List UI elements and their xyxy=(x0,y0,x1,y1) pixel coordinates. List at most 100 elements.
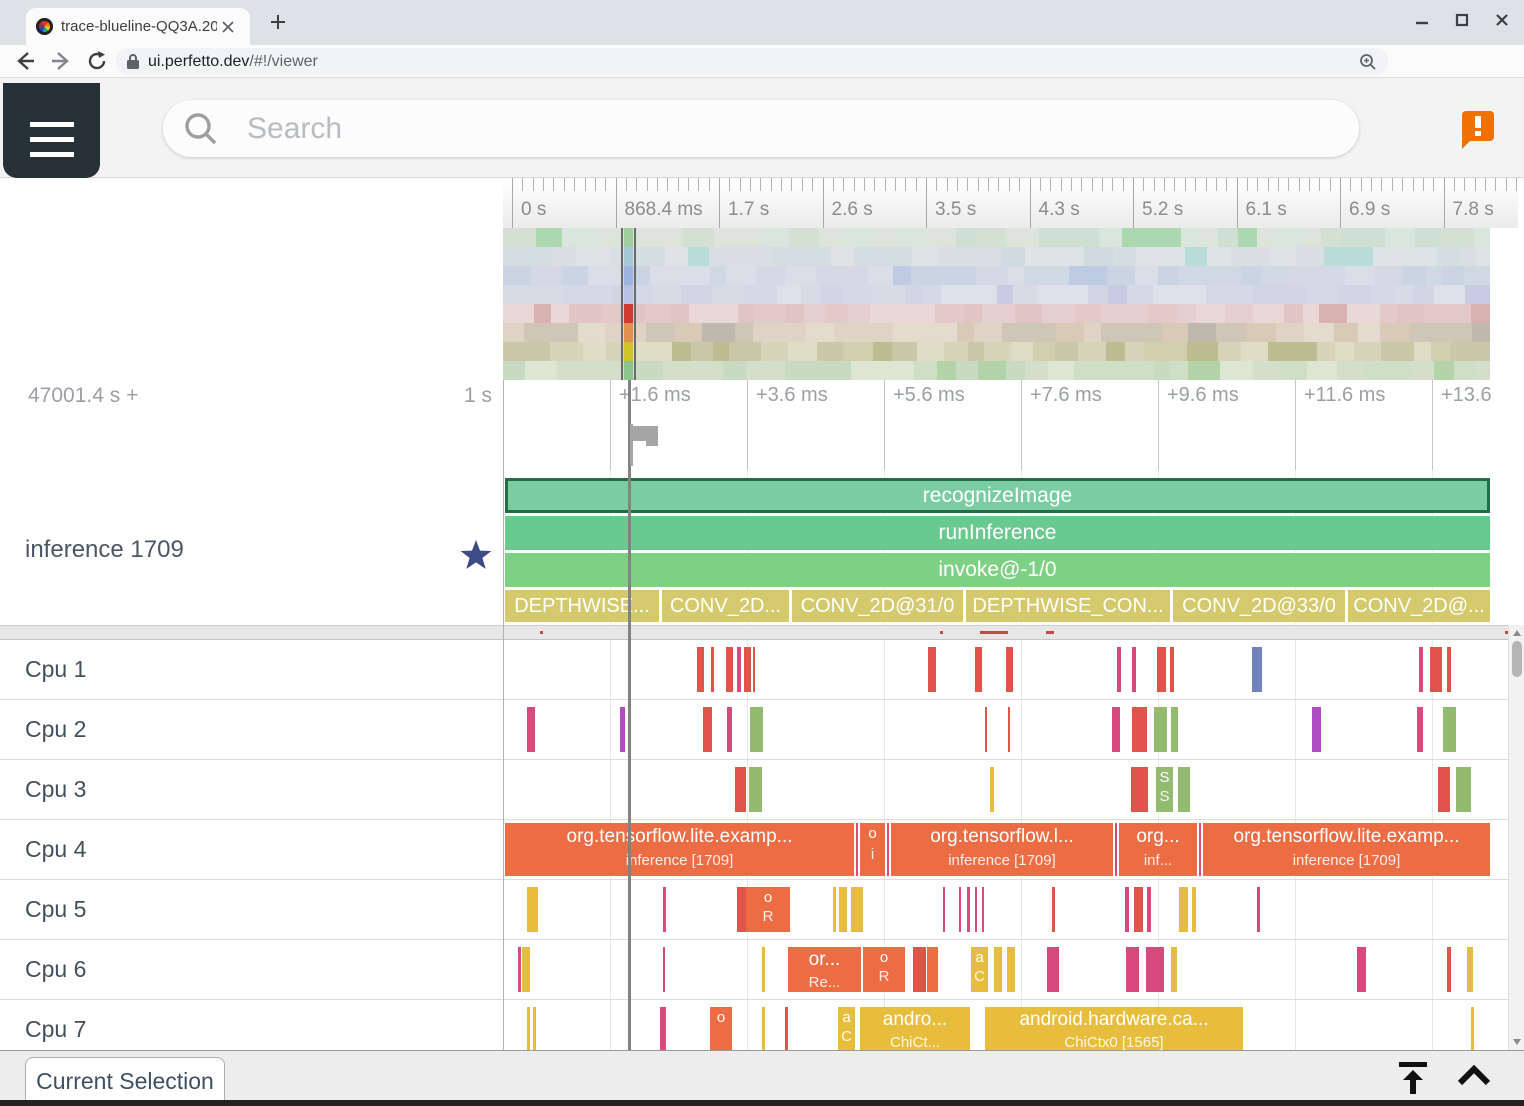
slice[interactable] xyxy=(1257,887,1260,932)
pinned-op-slice[interactable]: DEPTHWISE... xyxy=(505,590,659,622)
slice[interactable] xyxy=(1147,887,1151,932)
slice[interactable] xyxy=(711,647,714,692)
slice[interactable] xyxy=(620,707,625,752)
slice[interactable]: org.tensorflow.l...inference [1709] xyxy=(891,823,1113,876)
error-bubble-icon[interactable] xyxy=(1462,111,1494,141)
slice[interactable] xyxy=(527,887,538,932)
forward-icon[interactable] xyxy=(50,50,72,72)
scrollbar[interactable] xyxy=(1508,625,1524,1050)
slice[interactable] xyxy=(1312,707,1321,752)
vertical-align-top-icon[interactable] xyxy=(1394,1059,1432,1097)
slice[interactable] xyxy=(959,887,961,932)
flag-marker-icon[interactable] xyxy=(630,424,666,466)
pinned-op-slice[interactable]: CONV_2D... xyxy=(662,590,789,622)
slice[interactable]: org.tensorflow.lite.examp...inference [1… xyxy=(505,823,854,876)
slice[interactable] xyxy=(985,707,987,752)
expand-panel-icon[interactable] xyxy=(1454,1059,1494,1093)
slice[interactable]: org...inf... xyxy=(1119,823,1197,876)
current-selection-tab[interactable]: Current Selection xyxy=(25,1057,225,1106)
slice[interactable] xyxy=(744,647,751,692)
slice[interactable] xyxy=(1146,947,1164,992)
slice[interactable] xyxy=(522,947,530,992)
slice[interactable]: aC xyxy=(971,947,988,992)
cpu-track-lane[interactable] xyxy=(503,700,1490,760)
slice[interactable] xyxy=(982,887,984,932)
scroll-down-icon[interactable] xyxy=(1513,1039,1521,1045)
scrollbar-thumb[interactable] xyxy=(1512,641,1522,677)
overview-minimap[interactable] xyxy=(503,228,1490,380)
slice[interactable] xyxy=(753,647,755,692)
slice[interactable] xyxy=(967,887,970,932)
pinned-track-lane[interactable]: recognizeImagerunInferenceinvoke@-1/0DEP… xyxy=(503,470,1490,625)
ruler-lane[interactable]: 0 s868.4 ms1.7 s2.6 s3.5 s4.3 s5.2 s6.1 … xyxy=(503,178,1518,228)
slice[interactable] xyxy=(663,947,665,992)
url-bar[interactable]: ui.perfetto.dev/#!/viewer xyxy=(116,48,1388,75)
slice[interactable] xyxy=(1179,887,1188,932)
cpu-track-lane[interactable]: or...Re...oRaC xyxy=(503,940,1490,1000)
pinned-op-slice[interactable]: DEPTHWISE_CON... xyxy=(966,590,1170,622)
slice[interactable] xyxy=(518,947,521,992)
slice[interactable]: oR xyxy=(746,887,790,932)
overview-viewport-right-handle[interactable] xyxy=(634,228,636,380)
slice[interactable] xyxy=(851,887,863,932)
slice[interactable] xyxy=(1357,947,1366,992)
slice[interactable] xyxy=(1252,647,1262,692)
slice[interactable] xyxy=(1447,947,1451,992)
slice[interactable] xyxy=(1199,823,1201,876)
slice[interactable] xyxy=(994,947,1002,992)
slice[interactable] xyxy=(833,887,836,932)
zoom-page-icon[interactable] xyxy=(1358,52,1378,72)
slice[interactable]: andro...ChiCt... xyxy=(860,1007,970,1050)
new-tab-button[interactable] xyxy=(268,12,288,32)
pinned-op-slice[interactable]: CONV_2D@... xyxy=(1348,590,1490,622)
back-icon[interactable] xyxy=(14,50,36,72)
slice[interactable] xyxy=(927,947,938,992)
slice[interactable] xyxy=(1132,707,1147,752)
slice[interactable] xyxy=(1178,767,1190,812)
overview-viewport-left-handle[interactable] xyxy=(621,228,623,380)
slice[interactable] xyxy=(762,947,765,992)
pinned-op-slice[interactable]: CONV_2D@31/0 xyxy=(792,590,963,622)
slice[interactable] xyxy=(1171,707,1178,752)
slice[interactable] xyxy=(1447,647,1451,692)
close-window-icon[interactable] xyxy=(1494,12,1510,28)
slice[interactable] xyxy=(943,887,945,932)
search-bar[interactable] xyxy=(163,100,1359,157)
pinned-slice[interactable]: runInference xyxy=(505,516,1490,550)
slice[interactable] xyxy=(750,707,763,752)
slice[interactable] xyxy=(1154,707,1167,752)
slice[interactable] xyxy=(533,1007,536,1050)
slice[interactable] xyxy=(1052,887,1055,932)
cpu-track-lane[interactable] xyxy=(503,640,1490,700)
slice[interactable] xyxy=(1467,947,1473,992)
slice[interactable] xyxy=(975,887,977,932)
slice[interactable] xyxy=(856,823,858,876)
slice[interactable] xyxy=(1192,887,1196,932)
slice[interactable] xyxy=(727,707,732,752)
slice[interactable] xyxy=(1171,947,1177,992)
cpu-track-lane[interactable]: org.tensorflow.lite.examp...inference [1… xyxy=(503,820,1490,880)
slice[interactable] xyxy=(762,1007,765,1050)
slice[interactable] xyxy=(1443,707,1456,752)
slice[interactable] xyxy=(1008,707,1010,752)
cpu-track-lane[interactable]: oaCandro...ChiCt...android.hardware.ca..… xyxy=(503,1000,1490,1050)
slice[interactable] xyxy=(839,887,847,932)
slice[interactable] xyxy=(887,823,889,876)
maximize-icon[interactable] xyxy=(1454,12,1470,28)
slice[interactable] xyxy=(1157,647,1166,692)
slice[interactable] xyxy=(660,1007,666,1050)
scroll-up-icon[interactable] xyxy=(1513,630,1521,636)
slice[interactable] xyxy=(1419,647,1423,692)
slice[interactable]: oR xyxy=(863,947,905,992)
cpu-track-lane[interactable]: SS xyxy=(503,760,1490,820)
slice[interactable]: aC xyxy=(838,1007,855,1050)
slice[interactable] xyxy=(975,647,982,692)
slice[interactable] xyxy=(527,1007,530,1050)
timeline-cursor[interactable] xyxy=(628,380,631,1050)
pin-star-icon[interactable] xyxy=(460,540,492,571)
slice[interactable] xyxy=(737,647,741,692)
slice[interactable] xyxy=(1417,707,1423,752)
slice[interactable] xyxy=(726,647,733,692)
browser-tab[interactable]: trace-blueline-QQ3A.200805 xyxy=(26,8,250,45)
slice[interactable] xyxy=(990,767,994,812)
